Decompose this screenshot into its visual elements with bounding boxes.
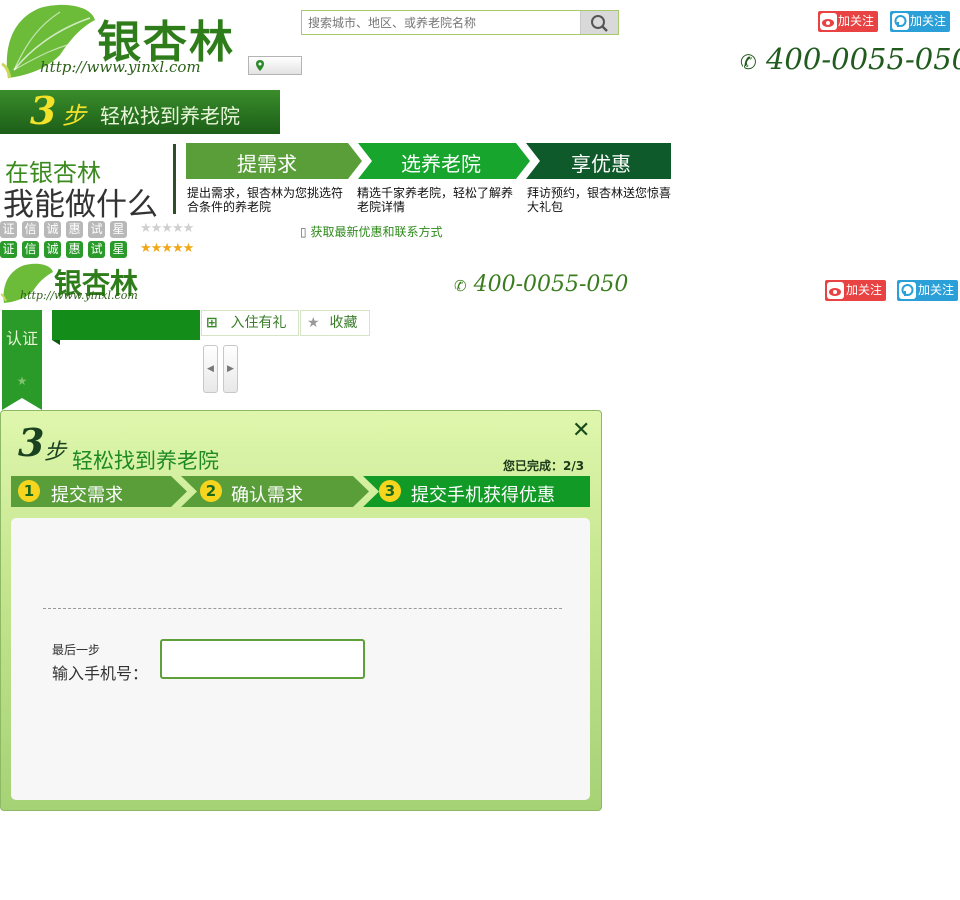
badge-trial: 试 — [88, 221, 105, 238]
intro-line2: 我能做什么 — [3, 187, 158, 223]
hotline-number: 400-0055-050 — [473, 272, 629, 297]
next-arrow-button[interactable]: ▶ — [223, 345, 238, 393]
badge-row-active: 证 信 诚 惠 试 星 — [0, 241, 128, 258]
wizard-step-1: 1 提交需求 — [11, 476, 181, 507]
badge-discount: 惠 — [66, 221, 83, 238]
certification-ribbon: 认证 ★ — [2, 310, 42, 410]
wizard-step-label: 提交需求 — [51, 485, 123, 506]
close-icon[interactable]: ✕ — [572, 418, 590, 443]
wizard-step-number: 3 — [379, 480, 401, 502]
weibo-follow-label: 加关注 — [845, 283, 882, 297]
logo-url-text: http://www.yinxl.com — [20, 289, 138, 302]
phone-icon: ✆ — [454, 277, 467, 295]
three-steps-banner[interactable]: 3 步 轻松找到养老院 — [0, 88, 280, 134]
banner-step-unit: 步 — [62, 102, 86, 130]
phone-icon: ✆ — [740, 50, 757, 74]
cert-star-icon: ★ — [16, 374, 28, 388]
search-icon — [591, 15, 608, 32]
contact-link-label: 获取最新优惠和联系方式 — [310, 225, 443, 239]
hotline-number: 400-0055-050 — [765, 42, 960, 76]
bar-fold — [52, 340, 60, 345]
badge-credit: 信 — [22, 221, 39, 238]
process-step-desc: 精选千家养老院，轻松了解养老院详情 — [357, 186, 514, 214]
badge-star: 星 — [110, 241, 127, 258]
last-step-hint: 最后一步 — [52, 643, 101, 657]
prev-arrow-button[interactable]: ◀ — [203, 345, 218, 393]
process-step-3: 享优惠 — [530, 143, 672, 179]
weibo-follow-button[interactable]: 加关注 — [818, 11, 878, 32]
logo-url-text: http://www.yinxl.com — [40, 58, 201, 76]
dashed-divider — [43, 608, 562, 609]
qq-follow-label: 加关注 — [917, 283, 954, 297]
rating-stars-empty: ★★★★★ — [140, 221, 194, 236]
process-step-title: 提需求 — [237, 152, 297, 176]
favorite-label: 收藏 — [329, 315, 358, 331]
badge-star: 星 — [110, 221, 127, 238]
contact-info-link[interactable]: ▯ 获取最新优惠和联系方式 — [300, 223, 442, 240]
weibo-icon — [820, 13, 837, 30]
tencent-weibo-icon — [899, 282, 916, 299]
wizard-step-label: 提交手机获得优惠 — [411, 485, 555, 506]
tencent-weibo-icon — [892, 13, 909, 30]
badge-cert: 证 — [0, 241, 17, 258]
process-step-title: 选养老院 — [401, 152, 481, 176]
weibo-follow-button[interactable]: 加关注 — [825, 280, 886, 301]
mobile-phone-icon: ▯ — [300, 225, 307, 239]
wizard-step-2: 2 确认需求 — [189, 476, 359, 507]
wizard-step-3: 3 提交手机获得优惠 — [368, 476, 590, 507]
gift-icon: ⊞ — [206, 315, 218, 331]
badge-credit: 信 — [22, 241, 39, 258]
progress-indicator: 您已完成：2/3 — [503, 459, 585, 473]
wizard-step-number: 2 — [200, 480, 222, 502]
facility-name-bar — [52, 310, 200, 340]
banner-step-number: 3 — [30, 88, 57, 133]
qq-follow-button[interactable]: 加关注 — [897, 280, 958, 301]
modal-title: 轻松找到养老院 — [72, 449, 219, 473]
modal-step-number: 3 — [18, 420, 45, 465]
star-icon: ★ — [307, 315, 320, 331]
badge-honest: 诚 — [44, 221, 61, 238]
qq-follow-label: 加关注 — [909, 14, 946, 28]
process-step-title: 享优惠 — [571, 152, 631, 176]
process-step-1: 提需求 — [186, 143, 348, 179]
hotline-phone: ✆ 400-0055-050 — [740, 42, 960, 76]
checkin-gift-tab[interactable]: ⊞ 入住有礼 — [201, 310, 299, 336]
badge-cert: 证 — [0, 221, 17, 238]
search-bar — [301, 10, 619, 35]
banner-step-text: 轻松找到养老院 — [100, 104, 240, 128]
badge-trial: 试 — [88, 241, 105, 258]
wizard-step-label: 确认需求 — [231, 485, 303, 506]
badge-honest: 诚 — [44, 241, 61, 258]
rating-stars-full: ★★★★★ — [140, 241, 194, 256]
qq-follow-button[interactable]: 加关注 — [890, 11, 950, 32]
location-pin-icon — [256, 60, 264, 71]
badge-discount: 惠 — [66, 241, 83, 258]
weibo-follow-label: 加关注 — [837, 14, 874, 28]
process-step-desc: 提出需求，银杏林为您挑选符合条件的养老院 — [187, 186, 344, 214]
badge-row-inactive: 证 信 诚 惠 试 星 — [0, 221, 128, 238]
favorite-button[interactable]: ★ 收藏 — [300, 310, 370, 336]
hotline-phone: ✆ 400-0055-050 — [454, 272, 628, 297]
modal-step-unit: 步 — [44, 440, 67, 465]
process-step-desc: 拜访预约，银杏林送您惊喜大礼包 — [527, 186, 672, 214]
cert-label: 认证 — [5, 329, 38, 348]
phone-input-label: 输入手机号： — [52, 664, 149, 683]
checkin-gift-label: 入住有礼 — [230, 315, 287, 331]
wizard-step-number: 1 — [18, 480, 40, 502]
phone-number-input[interactable] — [160, 639, 365, 679]
search-input[interactable] — [302, 11, 572, 34]
search-button[interactable] — [580, 11, 618, 34]
location-selector[interactable] — [248, 56, 302, 75]
weibo-icon — [827, 282, 844, 299]
process-step-2: 选养老院 — [360, 143, 522, 179]
intro-divider — [173, 144, 176, 214]
